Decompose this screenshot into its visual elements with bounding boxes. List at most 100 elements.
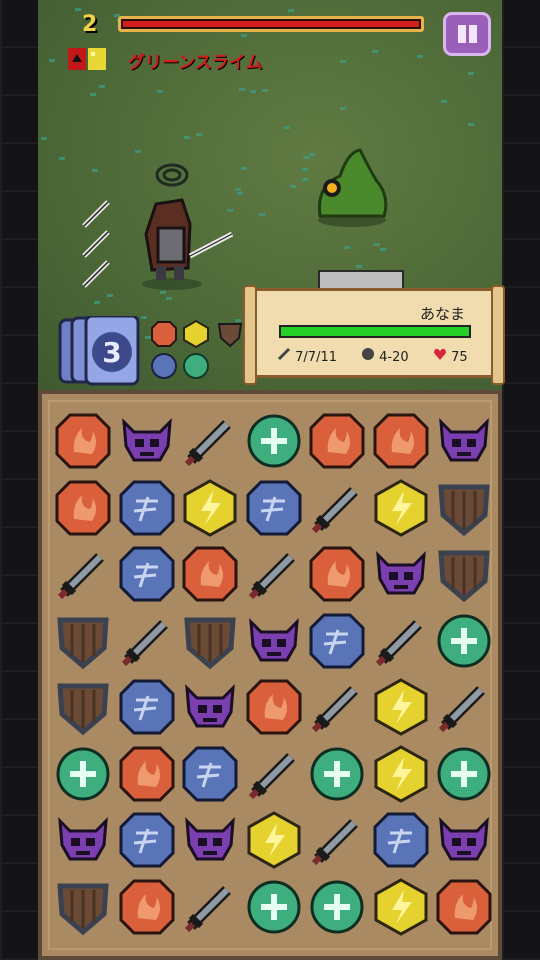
heal-tile-icon[interactable] [435,612,493,670]
grass-speck [48,58,55,62]
fire-tile-icon[interactable] [181,545,239,603]
grass-speck [302,178,309,182]
heal-tile-icon[interactable] [54,745,112,803]
lightning-tile-icon[interactable] [245,811,303,869]
grass-speck [262,89,269,93]
fire-tile-icon[interactable] [118,878,176,936]
fire-tile-icon[interactable] [118,745,176,803]
green-slime-enemy [317,148,388,227]
fire-tile-icon[interactable] [435,878,493,936]
sword-tile-icon[interactable] [435,678,493,736]
fire-tile-icon[interactable] [245,678,303,736]
lightning-tile-icon[interactable] [372,744,430,803]
hero-hp-value: 75 [451,350,468,365]
mini-fire-gem-icon [151,321,177,347]
shield-icon [362,348,374,360]
lightning-tile-icon[interactable] [181,478,239,537]
grass-speck [467,123,474,127]
fire-tile-icon[interactable] [372,412,430,470]
skull-tile-icon[interactable] [181,811,239,869]
fire-tile-icon[interactable] [54,412,112,470]
enemy-hp-fill [123,21,419,27]
shield-tile-icon[interactable] [435,545,493,603]
hero-attack-value: 7/7/11 [295,350,337,365]
skull-tile-icon[interactable] [245,612,303,670]
hero-hp-stat: 75 [433,347,468,365]
skull-tile-icon[interactable] [372,545,430,603]
grass-speck [301,167,308,171]
sword-tile-icon[interactable] [245,545,303,603]
water-tile-icon[interactable] [308,612,366,670]
grass-speck [238,88,245,92]
grass-speck [441,100,448,104]
grass-speck [240,34,247,38]
hero-defense-stat: 4-20 [361,347,409,365]
hero-name: あなま [419,305,465,323]
heal-tile-icon[interactable] [308,878,366,936]
shield-tile-icon[interactable] [54,878,112,936]
pause-button[interactable] [443,12,491,56]
sword-tile-icon[interactable] [308,479,366,537]
skull-tile-icon[interactable] [118,412,176,470]
hero-attack-stat: 7/7/11 [277,347,337,365]
shield-tile-icon[interactable] [181,612,239,670]
grass-speck [284,125,291,129]
grass-speck [249,89,256,93]
grass-speck [107,293,114,297]
left-border [0,0,38,960]
water-tile-icon[interactable] [118,545,176,603]
sword-tile-icon[interactable] [372,612,430,670]
heal-tile-icon[interactable] [245,878,303,936]
lightning-tile-icon[interactable] [372,678,430,736]
skull-tile-icon[interactable] [181,678,239,736]
puzzle-board [38,390,502,960]
sword-tile-icon[interactable] [181,878,239,936]
grass-speck [92,168,99,172]
shield-tile-icon[interactable] [54,678,112,736]
grass-speck [165,296,172,300]
sword-tile-icon[interactable] [118,612,176,670]
skull-tile-icon[interactable] [435,412,493,470]
sword-tile-icon[interactable] [54,545,112,603]
lightning-tile-icon[interactable] [372,877,430,936]
attack-sword-icon [82,200,110,228]
grass-speck [237,192,244,196]
grass-speck [41,136,48,140]
shield-tile-icon[interactable] [54,612,112,670]
water-tile-icon[interactable] [181,745,239,803]
fire-tile-icon[interactable] [54,479,112,537]
grass-speck [235,188,242,192]
mini-water-gem-icon [151,353,177,379]
grass-speck [134,149,141,153]
water-tile-icon[interactable] [118,479,176,537]
lightning-tile-icon[interactable] [372,478,430,537]
skill-card-stack[interactable]: 3 [58,316,144,388]
attack-sword-icon [82,260,110,288]
skull-tile-icon[interactable] [54,811,112,869]
sword-tile-icon[interactable] [245,745,303,803]
skull-tile-icon[interactable] [435,811,493,869]
grass-speck [74,7,81,11]
heal-tile-icon[interactable] [245,412,303,470]
hero-status-scroll: あなま 7/7/11 4-20 75 [243,285,505,385]
right-border [502,0,540,960]
water-tile-icon[interactable] [372,811,430,869]
water-tile-icon[interactable] [118,811,176,869]
water-tile-icon[interactable] [118,678,176,736]
enemy-hp-bar [118,16,424,32]
sword-tile-icon[interactable] [308,811,366,869]
hero-hp-bar [279,325,471,338]
grass-speck [59,156,66,160]
fire-tile-icon[interactable] [308,545,366,603]
heal-tile-icon[interactable] [308,745,366,803]
sword-icon [277,347,291,361]
shield-tile-icon[interactable] [435,479,493,537]
grass-speck [379,248,386,252]
heal-tile-icon[interactable] [435,745,493,803]
grass-speck [94,301,101,305]
fire-tile-icon[interactable] [308,412,366,470]
water-tile-icon[interactable] [245,479,303,537]
sword-tile-icon[interactable] [308,678,366,736]
sword-tile-icon[interactable] [181,412,239,470]
grass-speck [287,9,294,13]
